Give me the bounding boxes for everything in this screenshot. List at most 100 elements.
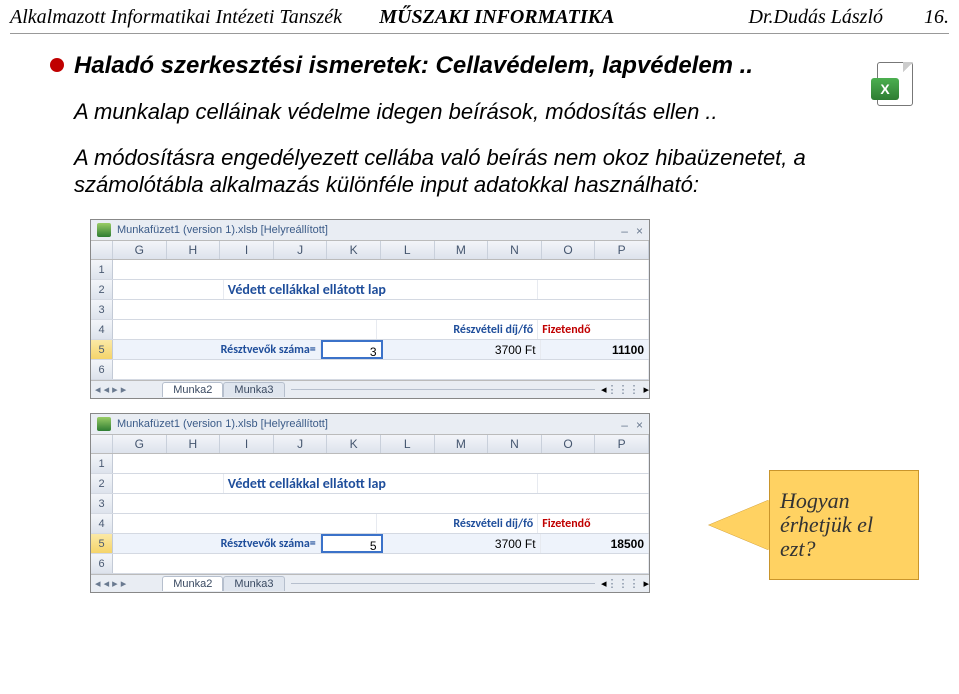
callout-arrow-icon bbox=[709, 500, 769, 550]
sheet-tab-bar: ◂ ◂ ▸ ▸ Munka2 Munka3 ◂ ⋮⋮⋮ ▸ bbox=[91, 574, 649, 592]
hscroll-right-icon[interactable]: ▸ bbox=[643, 383, 649, 396]
col-H[interactable]: H bbox=[167, 241, 221, 259]
sheet-tab-munka2[interactable]: Munka2 bbox=[162, 576, 223, 591]
grid-rows: 1 2 Védett cellákkal ellátott lap 3 4 Ré… bbox=[91, 260, 649, 380]
row-header[interactable]: 4 bbox=[91, 514, 113, 533]
col-L[interactable]: L bbox=[381, 241, 435, 259]
total-cell[interactable]: 18500 bbox=[541, 534, 649, 553]
row-header-active[interactable]: 5 bbox=[91, 534, 113, 553]
row-header[interactable]: 2 bbox=[91, 280, 113, 299]
callout-text: Hogyan érhetjük el ezt? bbox=[780, 489, 908, 562]
header-left: Alkalmazott Informatikai Intézeti Tanszé… bbox=[10, 6, 379, 29]
col-P[interactable]: P bbox=[595, 435, 649, 453]
minimize-button[interactable]: – bbox=[621, 418, 628, 432]
sheet-tab-munka3[interactable]: Munka3 bbox=[223, 576, 284, 591]
grid-cell[interactable] bbox=[538, 474, 649, 493]
sheet-tab-munka3[interactable]: Munka3 bbox=[223, 382, 284, 397]
col-I[interactable]: I bbox=[220, 241, 274, 259]
total-cell[interactable]: 11100 bbox=[541, 340, 649, 359]
select-all-corner[interactable] bbox=[91, 241, 113, 259]
sheet-tab-munka2[interactable]: Munka2 bbox=[162, 382, 223, 397]
screenshots-group: Munkafüzet1 (version 1).xlsb [Helyreállí… bbox=[90, 219, 650, 593]
paragraph-1: A munkalap celláinak védelme idegen beír… bbox=[74, 98, 909, 126]
row-header-active[interactable]: 5 bbox=[91, 340, 113, 359]
callout-shape: Hogyan érhetjük el ezt? bbox=[769, 470, 919, 580]
scroll-grip-icon[interactable]: ⋮⋮⋮ bbox=[606, 383, 639, 396]
bullet-icon bbox=[50, 58, 64, 72]
col-M[interactable]: M bbox=[435, 241, 489, 259]
window-title-text: Munkafüzet1 (version 1).xlsb [Helyreállí… bbox=[117, 224, 328, 236]
col-G[interactable]: G bbox=[113, 435, 167, 453]
workbook-icon bbox=[97, 223, 111, 237]
col-K[interactable]: K bbox=[327, 435, 381, 453]
participants-input[interactable]: 3 bbox=[321, 340, 383, 359]
select-all-corner[interactable] bbox=[91, 435, 113, 453]
grid-cell[interactable] bbox=[113, 494, 649, 513]
sheet-title-cell[interactable]: Védett cellákkal ellátott lap bbox=[224, 474, 538, 493]
row-header[interactable]: 1 bbox=[91, 454, 113, 473]
col-N[interactable]: N bbox=[488, 435, 542, 453]
header-pageno: 16. bbox=[889, 6, 949, 29]
grid-cell[interactable] bbox=[113, 514, 377, 533]
column-headers[interactable]: G H I J K L M N O P bbox=[91, 240, 649, 260]
row-header[interactable]: 6 bbox=[91, 360, 113, 379]
column-headers[interactable]: G H I J K L M N O P bbox=[91, 434, 649, 454]
grid-rows: 1 2 Védett cellákkal ellátott lap 3 4 Ré… bbox=[91, 454, 649, 574]
row-header[interactable]: 3 bbox=[91, 300, 113, 319]
row-header[interactable]: 2 bbox=[91, 474, 113, 493]
label-resztvevok[interactable]: Résztvevők száma= bbox=[113, 340, 321, 359]
paragraph-2: A módosításra engedélyezett cellába való… bbox=[74, 144, 909, 199]
col-L[interactable]: L bbox=[381, 435, 435, 453]
hscroll-right-icon[interactable]: ▸ bbox=[643, 577, 649, 590]
label-reszvdij[interactable]: Részvételi díj/fő bbox=[377, 514, 539, 533]
scroll-grip-icon[interactable]: ⋮⋮⋮ bbox=[606, 577, 639, 590]
header-center: MŰSZAKI INFORMATIKA bbox=[379, 6, 748, 29]
grid-cell[interactable] bbox=[113, 260, 649, 279]
col-J[interactable]: J bbox=[274, 241, 328, 259]
grid-cell[interactable] bbox=[113, 454, 649, 473]
slide-title: Haladó szerkesztési ismeretek: Cellavéde… bbox=[74, 52, 753, 80]
col-P[interactable]: P bbox=[595, 241, 649, 259]
label-fizetendo[interactable]: Fizetendő bbox=[538, 514, 649, 533]
excel-icon: X bbox=[871, 60, 919, 108]
participants-input[interactable]: 5 bbox=[321, 534, 383, 553]
sheet-nav-buttons[interactable]: ◂ ◂ ▸ ▸ bbox=[95, 577, 126, 590]
col-N[interactable]: N bbox=[488, 241, 542, 259]
grid-cell[interactable] bbox=[538, 280, 649, 299]
row-header[interactable]: 4 bbox=[91, 320, 113, 339]
close-button[interactable]: × bbox=[636, 418, 643, 432]
workbook-icon bbox=[97, 417, 111, 431]
minimize-button[interactable]: – bbox=[621, 224, 628, 238]
row-header[interactable]: 6 bbox=[91, 554, 113, 573]
col-I[interactable]: I bbox=[220, 435, 274, 453]
close-button[interactable]: × bbox=[636, 224, 643, 238]
col-O[interactable]: O bbox=[542, 241, 596, 259]
label-reszvdij[interactable]: Részvételi díj/fő bbox=[377, 320, 539, 339]
col-O[interactable]: O bbox=[542, 435, 596, 453]
label-fizetendo[interactable]: Fizetendő bbox=[538, 320, 649, 339]
sheet-title-cell[interactable]: Védett cellákkal ellátott lap bbox=[224, 280, 538, 299]
title-row: Haladó szerkesztési ismeretek: Cellavéde… bbox=[50, 52, 909, 80]
row-header[interactable]: 1 bbox=[91, 260, 113, 279]
grid-cell[interactable] bbox=[113, 360, 649, 379]
grid-cell[interactable] bbox=[113, 320, 377, 339]
col-J[interactable]: J bbox=[274, 435, 328, 453]
fee-cell[interactable]: 3700 Ft bbox=[383, 340, 541, 359]
fee-cell[interactable]: 3700 Ft bbox=[383, 534, 541, 553]
grid-cell[interactable] bbox=[113, 300, 649, 319]
col-M[interactable]: M bbox=[435, 435, 489, 453]
grid-cell[interactable] bbox=[113, 474, 224, 493]
col-K[interactable]: K bbox=[327, 241, 381, 259]
excel-icon-glyph: X bbox=[871, 78, 899, 100]
col-H[interactable]: H bbox=[167, 435, 221, 453]
grid-cell[interactable] bbox=[113, 554, 649, 573]
window-title-text: Munkafüzet1 (version 1).xlsb [Helyreállí… bbox=[117, 418, 328, 430]
label-resztvevok[interactable]: Résztvevők száma= bbox=[113, 534, 321, 553]
excel-screenshot-2: Munkafüzet1 (version 1).xlsb [Helyreállí… bbox=[90, 413, 650, 593]
grid-cell[interactable] bbox=[113, 280, 224, 299]
row-header[interactable]: 3 bbox=[91, 494, 113, 513]
excel-screenshot-1: Munkafüzet1 (version 1).xlsb [Helyreállí… bbox=[90, 219, 650, 399]
sheet-nav-buttons[interactable]: ◂ ◂ ▸ ▸ bbox=[95, 383, 126, 396]
window-titlebar: Munkafüzet1 (version 1).xlsb [Helyreállí… bbox=[91, 414, 649, 434]
col-G[interactable]: G bbox=[113, 241, 167, 259]
